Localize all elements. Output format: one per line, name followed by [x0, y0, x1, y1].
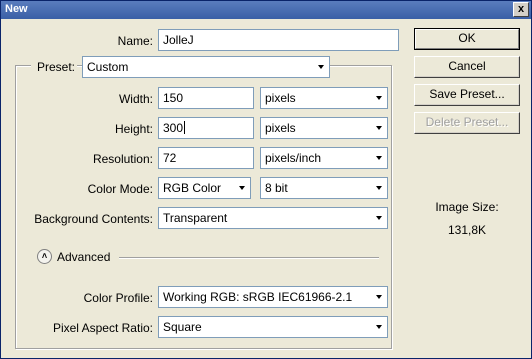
- title-bar[interactable]: New x: [1, 1, 531, 19]
- name-label: Name:: [117, 34, 153, 48]
- chevron-down-icon: [236, 180, 248, 196]
- resolution-input[interactable]: 72: [158, 147, 254, 169]
- width-value: 150: [163, 91, 184, 105]
- chevron-down-icon: [373, 150, 385, 166]
- cancel-button-label: Cancel: [448, 59, 486, 73]
- preset-value: Custom: [87, 60, 129, 74]
- preset-label: Preset:: [31, 60, 77, 74]
- color-mode-label: Color Mode:: [87, 182, 153, 196]
- resolution-unit-select[interactable]: pixels/inch: [260, 147, 388, 169]
- image-size-label: Image Size:: [435, 200, 499, 214]
- background-contents-value: Transparent: [163, 211, 228, 225]
- height-label: Height:: [114, 122, 153, 136]
- text-caret: [184, 121, 186, 134]
- chevron-down-icon: [373, 90, 385, 106]
- chevron-down-icon: [373, 289, 385, 305]
- resolution-label: Resolution:: [92, 152, 153, 166]
- chevron-down-icon: [373, 210, 385, 226]
- height-unit-select[interactable]: pixels: [260, 117, 388, 139]
- advanced-divider: [119, 257, 379, 259]
- delete-preset-button[interactable]: Delete Preset...: [414, 112, 520, 134]
- ok-button[interactable]: OK: [414, 28, 520, 50]
- color-profile-label: Color Profile:: [83, 291, 153, 305]
- bit-depth-value: 8 bit: [265, 181, 288, 195]
- width-label: Width:: [118, 92, 153, 106]
- background-contents-select[interactable]: Transparent: [158, 207, 388, 229]
- background-contents-label: Background Contents:: [34, 212, 153, 226]
- chevron-down-icon: [373, 180, 385, 196]
- color-mode-value: RGB Color: [163, 181, 222, 195]
- resolution-value: 72: [163, 151, 177, 165]
- save-preset-button-label: Save Preset...: [429, 87, 505, 101]
- collapse-up-icon[interactable]: ˄: [37, 249, 52, 264]
- delete-preset-button-label: Delete Preset...: [425, 115, 509, 129]
- ok-button-label: OK: [458, 31, 476, 45]
- height-input[interactable]: 300: [158, 117, 254, 139]
- close-icon[interactable]: x: [513, 2, 529, 17]
- preset-select[interactable]: Custom: [82, 56, 330, 78]
- save-preset-button[interactable]: Save Preset...: [414, 84, 520, 106]
- bit-depth-select[interactable]: 8 bit: [260, 177, 388, 199]
- name-value: JolleJ: [163, 33, 194, 47]
- color-mode-select[interactable]: RGB Color: [158, 177, 251, 199]
- cancel-button[interactable]: Cancel: [414, 56, 520, 78]
- resolution-unit-value: pixels/inch: [265, 151, 322, 165]
- pixel-aspect-ratio-value: Square: [163, 320, 202, 334]
- image-size-value: 131,8K: [447, 223, 487, 237]
- height-unit-value: pixels: [265, 121, 296, 135]
- new-document-dialog: New x Name: JolleJ Preset: Custom Width:…: [0, 0, 532, 359]
- width-unit-value: pixels: [265, 91, 296, 105]
- color-profile-value: Working RGB: sRGB IEC61966-2.1: [163, 290, 353, 304]
- pixel-aspect-ratio-select[interactable]: Square: [158, 316, 388, 338]
- dialog-title: New: [5, 3, 28, 15]
- width-unit-select[interactable]: pixels: [260, 87, 388, 109]
- chevron-down-icon: [373, 120, 385, 136]
- width-input[interactable]: 150: [158, 87, 254, 109]
- chevron-down-icon: [315, 59, 327, 75]
- name-input[interactable]: JolleJ: [158, 29, 399, 51]
- advanced-label[interactable]: Advanced: [57, 250, 110, 264]
- pixel-aspect-ratio-label: Pixel Aspect Ratio:: [52, 321, 153, 335]
- color-profile-select[interactable]: Working RGB: sRGB IEC61966-2.1: [158, 286, 388, 308]
- chevron-down-icon: [373, 319, 385, 335]
- height-value: 300: [163, 121, 184, 135]
